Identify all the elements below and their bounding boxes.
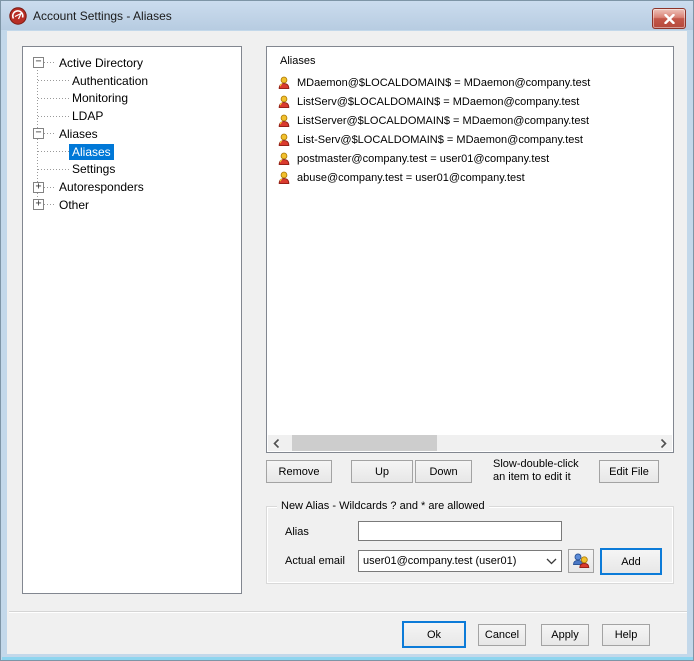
tree-item-monitoring[interactable]: Monitoring [24, 90, 240, 108]
tree-connector-stub [38, 97, 69, 99]
alias-list-item[interactable]: postmaster@company.test = user01@company… [267, 149, 673, 168]
window-title: Account Settings - Aliases [33, 8, 172, 23]
aliases-list-rows: MDaemon@$LOCALDOMAIN$ = MDaemon@company.… [267, 73, 673, 187]
tree-item-label: Other [59, 197, 90, 212]
new-alias-groupbox: New Alias - Wildcards ? and * are allowe… [266, 500, 674, 584]
tree-item-label: LDAP [72, 109, 104, 124]
contacts-icon [573, 553, 590, 569]
alias-item-text: postmaster@company.test = user01@company… [297, 152, 550, 165]
down-button[interactable]: Down [415, 460, 472, 483]
tree-item-label: Authentication [72, 73, 149, 88]
aliases-list-header: Aliases [280, 55, 316, 67]
tree-item-label: Monitoring [72, 91, 129, 106]
new-alias-group-title: New Alias - Wildcards ? and * are allowe… [277, 500, 489, 512]
alias-list-item[interactable]: List-Serv@$LOCALDOMAIN$ = MDaemon@compan… [267, 130, 673, 149]
actual-email-selected-value: user01@company.test (user01) [363, 555, 517, 567]
tree-connector-stub [44, 133, 56, 135]
footer-separator [9, 611, 687, 613]
alias-item-text: abuse@company.test = user01@company.test [297, 171, 525, 184]
edit-hint-line2: an item to edit it [493, 470, 571, 483]
alias-item-text: MDaemon@$LOCALDOMAIN$ = MDaemon@company.… [297, 76, 591, 89]
edit-hint-line1: Slow-double-click [493, 458, 579, 470]
tree-item-label: Aliases [59, 126, 98, 141]
person-icon [278, 171, 290, 184]
account-picker-button[interactable] [568, 549, 594, 573]
tree-item-ldap[interactable]: LDAP [24, 107, 240, 125]
scroll-right-arrow-icon[interactable] [655, 435, 672, 451]
mdaemon-logo-icon [9, 6, 27, 25]
window-bottom-edge [2, 657, 693, 660]
horizontal-scrollbar[interactable] [268, 435, 672, 451]
collapse-icon[interactable]: − [33, 57, 44, 69]
edit-hint-text: Slow-double-click an item to edit it [493, 458, 603, 483]
cancel-button[interactable]: Cancel [478, 624, 526, 646]
tree-item-autoresponders[interactable]: + Autoresponders [24, 178, 240, 196]
tree-connector-stub [38, 80, 69, 82]
scrollbar-thumb[interactable] [292, 435, 437, 451]
tree-connector-stub [44, 62, 56, 64]
tree-connector-stub [44, 186, 56, 188]
tree-item-label: Active Directory [59, 55, 144, 70]
settings-tree-rows: − Active Directory Authentication Monitorin… [24, 54, 240, 214]
alias-item-text: List-Serv@$LOCALDOMAIN$ = MDaemon@compan… [297, 133, 583, 146]
apply-button[interactable]: Apply [541, 624, 589, 646]
tree-item-active-directory[interactable]: − Active Directory [24, 54, 240, 72]
person-icon [278, 133, 290, 146]
person-icon [278, 76, 290, 89]
scroll-left-arrow-icon[interactable] [268, 435, 285, 451]
close-icon [663, 13, 675, 24]
titlebar: Account Settings - Aliases [1, 1, 693, 30]
tree-connector-stub [38, 168, 69, 170]
alias-list-item[interactable]: abuse@company.test = user01@company.test [267, 168, 673, 187]
chevron-down-icon [546, 558, 557, 564]
tree-item-settings[interactable]: Settings [24, 161, 240, 179]
expand-icon[interactable]: + [33, 181, 44, 193]
expand-icon[interactable]: + [33, 199, 44, 211]
tree-connector-stub [38, 115, 69, 117]
remove-button[interactable]: Remove [266, 460, 332, 483]
tree-connector-stub [38, 151, 69, 153]
tree-item-label: Autoresponders [59, 180, 144, 195]
alias-item-text: ListServ@$LOCALDOMAIN$ = MDaemon@company… [297, 95, 580, 108]
tree-item-aliases[interactable]: − Aliases [24, 125, 240, 143]
tree-item-label: Settings [72, 162, 116, 177]
ok-button[interactable]: Ok [402, 621, 466, 648]
add-button[interactable]: Add [600, 548, 662, 575]
edit-file-button[interactable]: Edit File [599, 460, 659, 483]
up-button[interactable]: Up [351, 460, 413, 483]
person-icon [278, 114, 290, 127]
alias-item-text: ListServer@$LOCALDOMAIN$ = MDaemon@compa… [297, 114, 590, 127]
person-icon [278, 95, 290, 108]
actual-email-field-label: Actual email [285, 555, 345, 567]
tree-item-label: Aliases [69, 143, 114, 160]
tree-connector-stub [44, 204, 56, 206]
settings-tree: − Active Directory Authentication Monitorin… [22, 46, 242, 594]
tree-item-other[interactable]: + Other [24, 196, 240, 214]
aliases-listbox: Aliases MDaemon@$LOCALDOMAIN$ = MDaemon@… [266, 46, 674, 453]
alias-list-item[interactable]: MDaemon@$LOCALDOMAIN$ = MDaemon@company.… [267, 73, 673, 92]
person-icon [278, 152, 290, 165]
alias-input[interactable] [358, 521, 562, 541]
alias-list-item[interactable]: ListServer@$LOCALDOMAIN$ = MDaemon@compa… [267, 111, 673, 130]
help-button[interactable]: Help [602, 624, 650, 646]
actual-email-select[interactable]: user01@company.test (user01) [358, 550, 562, 572]
alias-list-item[interactable]: ListServ@$LOCALDOMAIN$ = MDaemon@company… [267, 92, 673, 111]
collapse-icon[interactable]: − [33, 128, 44, 140]
account-settings-dialog: Account Settings - Aliases − Active Direc… [0, 0, 694, 661]
alias-field-label: Alias [285, 526, 309, 538]
tree-item-aliases[interactable]: Aliases [24, 143, 240, 161]
tree-item-authentication[interactable]: Authentication [24, 72, 240, 90]
close-button[interactable] [652, 8, 686, 29]
